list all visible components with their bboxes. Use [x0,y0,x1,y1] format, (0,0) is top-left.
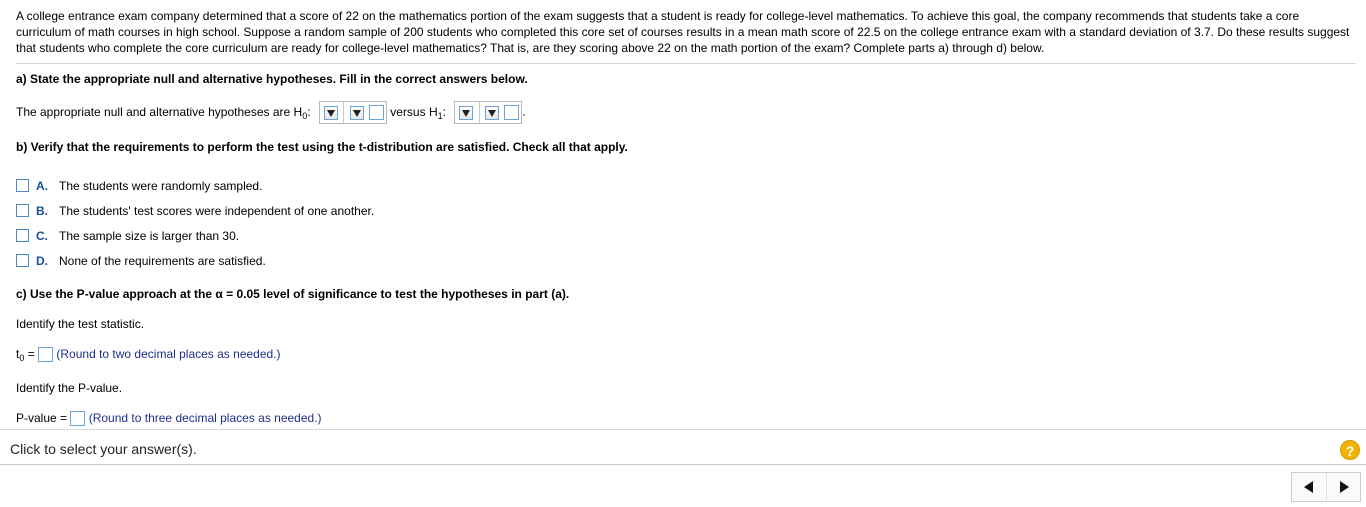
choice-d-text: None of the requirements are satisfied. [59,254,266,268]
h1-operator-dropdown[interactable] [485,105,499,120]
divider [16,63,1356,64]
h0-value-input[interactable] [368,105,384,121]
h1-parameter-dropdown[interactable] [459,105,474,120]
p-value-rounding-hint: (Round to three decimal places as needed… [88,411,322,425]
part-b-heading: b) Verify that the requirements to perfo… [16,140,628,154]
footer-divider [0,464,1366,465]
choice-a-text: The students were randomly sampled. [59,179,263,193]
part-c-heading: c) Use the P-value approach at the α = 0… [16,287,570,301]
t0-row: t0 = (Round to two decimal places as nee… [16,347,281,363]
choice-c[interactable]: C. The sample size is larger than 30. [16,228,239,244]
versus-label: versus H1: [390,104,446,121]
choice-d[interactable]: D. None of the requirements are satisfied… [16,253,266,269]
problem-statement: A college entrance exam company determin… [16,9,1350,55]
choice-b-letter: B. [36,204,48,218]
choice-a[interactable]: A. The students were randomly sampled. [16,178,262,194]
hypotheses-period: . [522,104,526,119]
h1-answer-group [454,101,523,124]
choice-b-text: The students' test scores were independe… [59,204,375,218]
choice-d-checkbox[interactable] [16,254,29,268]
part-a-heading: a) State the appropriate null and altern… [16,72,528,86]
t0-rounding-hint: (Round to two decimal places as needed.) [56,347,281,361]
choice-b[interactable]: B. The students' test scores were indepen… [16,203,374,219]
arrow-right-icon [1340,481,1349,493]
help-button[interactable]: ? [1340,440,1360,460]
question-nav [1291,472,1361,502]
choice-b-checkbox[interactable] [16,204,29,218]
identify-p-value: Identify the P-value. [16,381,123,395]
footer-top-divider [0,429,1366,430]
t0-label: t0 = [16,347,35,363]
h0-operator-dropdown[interactable] [349,105,364,120]
p-value-row: P-value = (Round to three decimal places… [16,411,322,427]
hypotheses-row: The appropriate null and alternative hyp… [16,101,526,124]
choice-a-letter: A. [36,179,48,193]
p-value-label: P-value = [16,411,68,425]
t0-input[interactable] [38,347,54,363]
choice-d-letter: D. [36,254,48,268]
h0-parameter-dropdown[interactable] [323,105,338,120]
choice-c-checkbox[interactable] [16,229,29,243]
question-scroll-area[interactable]: A college entrance exam company determin… [0,0,1366,428]
previous-button[interactable] [1292,473,1327,501]
p-value-input[interactable] [70,411,86,427]
choice-a-checkbox[interactable] [16,179,29,193]
h0-answer-group [318,101,387,124]
hypotheses-prefix: The appropriate null and alternative hyp… [16,104,311,121]
identify-test-statistic: Identify the test statistic. [16,317,145,331]
next-button[interactable] [1327,473,1361,501]
h1-value-input[interactable] [504,105,520,121]
arrow-left-icon [1304,481,1313,493]
status-text: Click to select your answer(s). [10,441,197,457]
choice-c-letter: C. [36,229,48,243]
choice-c-text: The sample size is larger than 30. [59,229,240,243]
